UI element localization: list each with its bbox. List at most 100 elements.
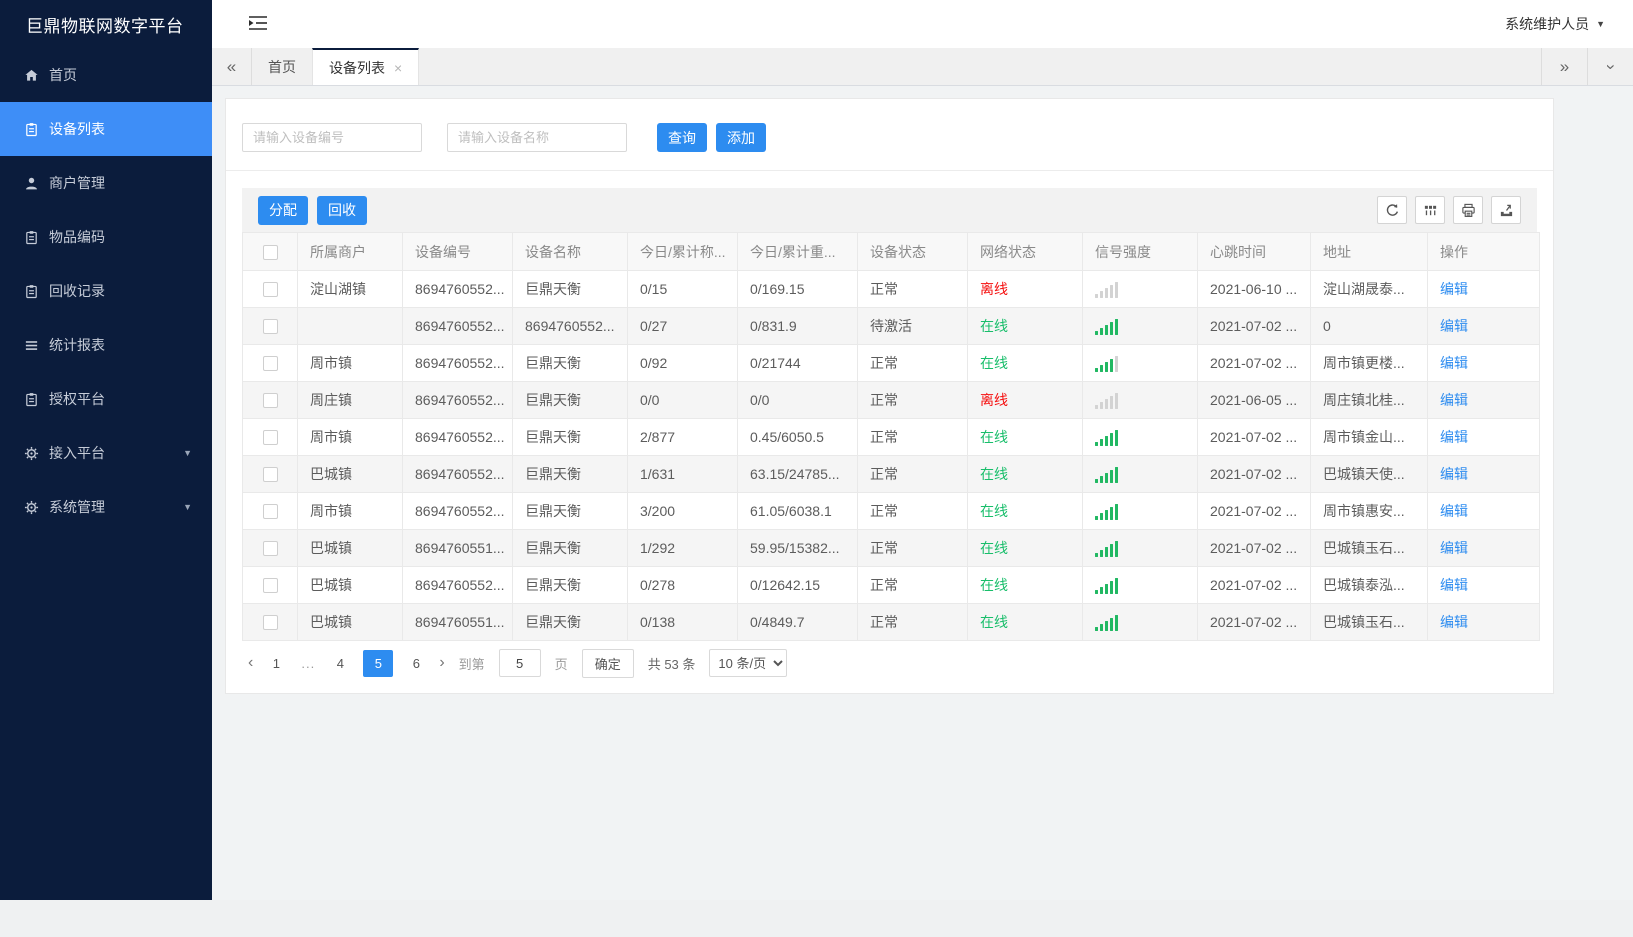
signal-strength-cell [1082,529,1198,567]
page-number-6[interactable]: 6 [407,650,425,677]
heartbeat-cell: 2021-07-02 ... [1197,344,1311,382]
row-checkbox[interactable] [262,467,278,483]
table-row: 巴城镇 8694760551... 巨鼎天衡 1/292 59.95/15382... 正… [242,529,1540,567]
action-cell: 编辑 [1427,344,1540,382]
query-button[interactable]: 查询 [657,123,707,152]
heartbeat-cell: 2021-07-02 ... [1197,603,1311,641]
close-icon[interactable]: × [394,61,402,75]
row-checkbox[interactable] [262,356,278,372]
row-checkbox[interactable] [262,430,278,446]
tabs-scroll-right-button[interactable]: » [1541,48,1587,85]
row-checkbox[interactable] [262,393,278,409]
address-cell: 周市镇惠安... [1310,492,1428,530]
sidebar-collapse-icon[interactable] [248,15,270,33]
device-list-card: 查询 添加 分配 回收 所属商户设备编号设备名称今日/累计称...今日/累计重.… [225,98,1554,694]
merchant-cell: 周市镇 [297,492,403,530]
device-name-input[interactable] [447,123,627,152]
page-number-1[interactable]: 1 [267,650,285,677]
goto-confirm-button[interactable]: 确定 [581,648,634,678]
address-cell: 周市镇更楼... [1310,344,1428,382]
page-number-5[interactable]: 5 [363,649,394,677]
signal-bars-icon [1095,355,1185,372]
print-button[interactable] [1453,196,1483,224]
sidebar-item-2[interactable]: 商户管理 [0,156,212,210]
recycle-button[interactable]: 回收 [317,195,367,225]
device-status-cell: 待激活 [857,307,968,345]
page-number-4[interactable]: 4 [331,650,349,677]
prev-page-button[interactable]: ‹ [248,654,253,672]
address-cell: 巴城镇玉石... [1310,529,1428,567]
today-count-cell: 0/0 [627,381,738,419]
row-checkbox[interactable] [262,578,278,594]
sidebar-item-5[interactable]: 统计报表 [0,318,212,372]
edit-link[interactable]: 编辑 [1440,318,1468,334]
row-checkbox[interactable] [262,541,278,557]
device-status-cell: 正常 [857,344,968,382]
page-size-select[interactable]: 10 条/页 [709,649,788,677]
network-status-cell: 在线 [967,307,1083,345]
edit-link[interactable]: 编辑 [1440,429,1468,445]
add-button[interactable]: 添加 [716,123,766,152]
edit-link[interactable]: 编辑 [1440,503,1468,519]
device-name-cell: 巨鼎天衡 [512,270,628,308]
row-checkbox-cell [242,344,298,382]
network-status-cell: 在线 [967,455,1083,493]
heartbeat-cell: 2021-07-02 ... [1197,566,1311,604]
device-number-cell: 8694760552... [402,381,513,419]
row-checkbox[interactable] [262,504,278,520]
device-number-input[interactable] [242,123,422,152]
signal-bars-icon [1095,614,1185,631]
today-count-cell: 0/27 [627,307,738,345]
row-checkbox-cell [242,455,298,493]
heartbeat-cell: 2021-07-02 ... [1197,492,1311,530]
row-checkbox[interactable] [262,319,278,335]
edit-link[interactable]: 编辑 [1440,466,1468,482]
table-row: 巴城镇 8694760551... 巨鼎天衡 0/138 0/4849.7 正常 在线 202… [242,603,1540,641]
edit-link[interactable]: 编辑 [1440,355,1468,371]
edit-link[interactable]: 编辑 [1440,614,1468,630]
tab-0[interactable]: 首页 [252,48,312,85]
next-page-button[interactable]: › [439,654,444,672]
signal-strength-cell [1082,381,1198,419]
row-checkbox[interactable] [262,282,278,298]
sidebar-item-8[interactable]: 系统管理 ▼ [0,480,212,534]
action-cell: 编辑 [1427,381,1540,419]
network-status-cell: 在线 [967,418,1083,456]
column-header: 信号强度 [1082,232,1198,271]
sidebar-item-4[interactable]: 回收记录 [0,264,212,318]
sidebar-item-1[interactable]: 设备列表 [0,102,212,156]
address-cell: 巴城镇玉石... [1310,603,1428,641]
lines-icon [24,337,40,353]
signal-strength-cell [1082,566,1198,604]
today-weight-cell: 0/169.15 [737,270,858,308]
user-menu[interactable]: 系统维护人员 ▼ [1505,14,1605,34]
goto-page-input[interactable] [498,649,541,677]
sidebar-item-6[interactable]: 授权平台 [0,372,212,426]
heartbeat-cell: 2021-06-10 ... [1197,270,1311,308]
device-status-cell: 正常 [857,566,968,604]
sidebar-item-3[interactable]: 物品编码 [0,210,212,264]
tabs-scroll-left-button[interactable]: « [212,48,252,85]
export-button[interactable] [1491,196,1521,224]
merchant-cell: 巴城镇 [297,455,403,493]
columns-button[interactable] [1415,196,1445,224]
row-checkbox[interactable] [262,615,278,631]
assign-button[interactable]: 分配 [258,195,308,225]
signal-strength-cell [1082,307,1198,345]
refresh-button[interactable] [1377,196,1407,224]
edit-link[interactable]: 编辑 [1440,392,1468,408]
clipboard-icon [24,283,40,299]
edit-link[interactable]: 编辑 [1440,281,1468,297]
column-header: 今日/累计重... [737,232,858,271]
select-all-checkbox[interactable] [262,244,278,260]
edit-link[interactable]: 编辑 [1440,540,1468,556]
sidebar-menu: 首页 设备列表 商户管理 物品编码 回收记录 统计报表 授权平台 接入平台 ▼ 系统管理 ▼ [0,48,212,534]
sidebar-item-7[interactable]: 接入平台 ▼ [0,426,212,480]
tabs-menu-button[interactable]: › [1587,48,1633,85]
tab-1[interactable]: 设备列表 × [312,48,420,85]
today-count-cell: 0/15 [627,270,738,308]
device-number-cell: 8694760551... [402,529,513,567]
sidebar-item-0[interactable]: 首页 [0,48,212,102]
edit-link[interactable]: 编辑 [1440,577,1468,593]
network-status-badge: 在线 [980,466,1008,482]
